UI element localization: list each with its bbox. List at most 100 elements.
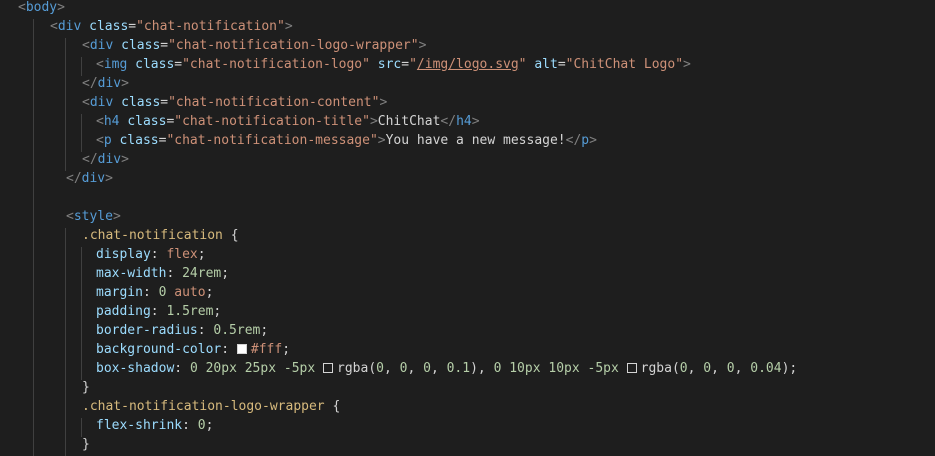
code-token: < [82, 95, 90, 110]
code-token: body [25, 0, 58, 15]
code-token: = [128, 19, 137, 34]
code-token: , [407, 361, 424, 376]
code-token: padding [96, 304, 151, 319]
code-token: </ [82, 76, 98, 91]
code-token: p [103, 133, 112, 148]
code-token: p [581, 133, 590, 148]
code-token: ; [221, 266, 230, 281]
code-line: <div class="chat-notification-logo-wrapp… [82, 36, 426, 55]
code-line: display: flex; [96, 245, 206, 264]
code-token: 0 [197, 418, 206, 433]
code-token: : [150, 304, 167, 319]
code-token: : [142, 285, 159, 300]
code-token: < [82, 38, 90, 53]
code-token: ChitChat [377, 114, 441, 129]
code-token: ; [197, 247, 206, 262]
code-token: 10px [548, 361, 580, 376]
code-token: < [66, 209, 74, 224]
code-token: ; [260, 323, 269, 338]
code-token: : [166, 266, 183, 281]
code-line: box-shadow: 0 20px 25px -5px rgba(0, 0, … [96, 359, 797, 378]
code-token: > [471, 114, 480, 129]
code-token: > [683, 57, 691, 72]
code-token: background-color [96, 342, 222, 357]
code-token: 0 [679, 361, 688, 376]
code-line: } [82, 435, 90, 454]
code-token: 0.1 [446, 361, 471, 376]
code-token: : [197, 323, 214, 338]
code-token: "ChitChat Logo" [565, 57, 684, 72]
code-token: 1.5rem [166, 304, 214, 319]
code-token: src [377, 57, 402, 72]
color-swatch-icon[interactable] [236, 344, 247, 354]
code-token: #fff [250, 342, 283, 357]
indent-guide [33, 19, 34, 456]
code-line: flex-shrink: 0; [96, 416, 213, 435]
code-token: class [135, 57, 175, 72]
code-token: = [160, 95, 169, 110]
code-token: h4 [103, 114, 120, 129]
code-line: </div> [66, 169, 113, 188]
code-line: <h4 class="chat-notification-title">Chit… [96, 112, 480, 131]
code-line: </div> [82, 74, 129, 93]
code-token: style [73, 209, 113, 224]
code-token: < [96, 133, 104, 148]
code-token: > [284, 19, 293, 34]
code-token: , [711, 361, 727, 376]
code-token: "chat-notification-logo-wrapper" [168, 38, 419, 53]
code-token: 0.5rem [213, 323, 261, 338]
code-token: "chat-notification-content" [168, 95, 380, 110]
code-token: div [57, 19, 82, 34]
code-token: div [89, 38, 114, 53]
code-token: class [121, 95, 161, 110]
code-token: max-width [96, 266, 167, 281]
color-swatch-icon[interactable] [323, 363, 334, 373]
code-token: div [89, 95, 114, 110]
code-token: < [50, 19, 58, 34]
code-token: ; [213, 304, 222, 319]
code-token: : [221, 342, 237, 357]
code-line: <img class="chat-notification-logo" src=… [96, 55, 691, 74]
code-line: background-color: #fff; [96, 340, 290, 359]
code-token: > [121, 76, 129, 91]
code-token: -5px [587, 361, 619, 376]
code-token: { [324, 399, 341, 414]
code-token: ; [205, 418, 214, 433]
code-line: max-width: 24rem; [96, 264, 229, 283]
code-token: -5px [283, 361, 316, 376]
code-line: <p class="chat-notification-message">You… [96, 131, 597, 150]
code-token: ; [205, 285, 214, 300]
code-token: ; [282, 342, 291, 357]
code-token: < [96, 114, 104, 129]
code-token: > [121, 152, 129, 167]
code-line: <body> [18, 0, 65, 17]
code-token: </ [82, 152, 98, 167]
code-token: </ [440, 114, 457, 129]
code-token: auto [174, 285, 206, 300]
code-token: 0 [376, 361, 384, 376]
code-token: 25px [244, 361, 277, 376]
code-token: flex-shrink [96, 418, 183, 433]
code-line: padding: 1.5rem; [96, 302, 221, 321]
code-token: 0 [726, 361, 735, 376]
code-line: .chat-notification { [82, 226, 239, 245]
code-token: " [518, 57, 527, 72]
code-editor[interactable]: <body> <div class="chat-notification"> <… [0, 0, 935, 456]
code-token: : [182, 418, 198, 433]
code-token: ); [781, 361, 798, 376]
code-token: .chat-notification-logo-wrapper [82, 399, 325, 414]
color-swatch-icon[interactable] [626, 363, 637, 373]
code-token: h4 [456, 114, 472, 129]
code-token: > [589, 133, 597, 148]
code-token: 10px [509, 361, 541, 376]
code-token: class [119, 133, 159, 148]
code-token: rgba( [640, 361, 680, 376]
code-token: > [369, 114, 378, 129]
code-token: div [81, 171, 106, 186]
